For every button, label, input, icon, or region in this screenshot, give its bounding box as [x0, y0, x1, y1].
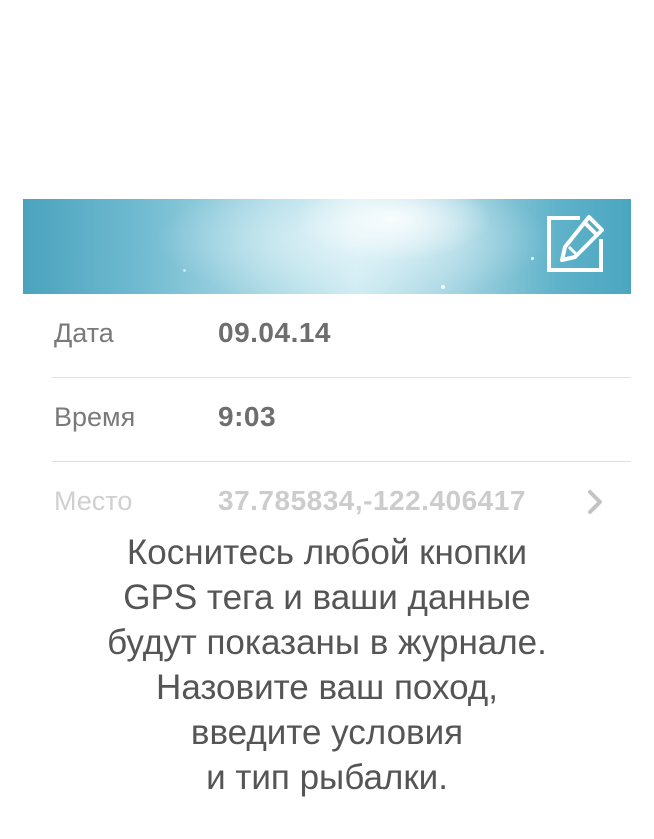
date-value: 09.04.14: [218, 317, 331, 348]
hint-line: Назовите ваш поход,: [156, 668, 498, 707]
hint-line: будут показаны в журнале.: [107, 623, 547, 662]
hint-line: введите условия: [190, 713, 464, 752]
hint-line: GPS тега и ваши данные: [123, 578, 531, 617]
chevron-right-icon: [585, 489, 605, 515]
date-row: Дата 09.04.14: [52, 293, 631, 378]
time-row: Время 9:03: [52, 377, 631, 462]
location-value: 37.785834,-122.406417: [218, 485, 526, 516]
hint-line: Коснитесь любой кнопки: [126, 533, 528, 572]
sparkle: [183, 269, 186, 272]
edit-button[interactable]: [542, 211, 608, 277]
sparkle: [441, 285, 445, 289]
gps-hint-text: Коснитесь любой кнопки GPS тега и ваши д…: [0, 530, 654, 800]
sparkle: [531, 257, 534, 260]
location-label: Место: [54, 486, 133, 516]
date-label: Дата: [54, 318, 114, 348]
time-value: 9:03: [218, 401, 277, 432]
hint-line: и тип рыбалки.: [206, 758, 448, 797]
time-label: Время: [54, 402, 136, 432]
edit-pencil-icon: [547, 215, 604, 272]
header-banner: [23, 199, 631, 294]
fishing-log-screen: Дата 09.04.14 Время 9:03 Место 37.785834…: [0, 0, 654, 839]
